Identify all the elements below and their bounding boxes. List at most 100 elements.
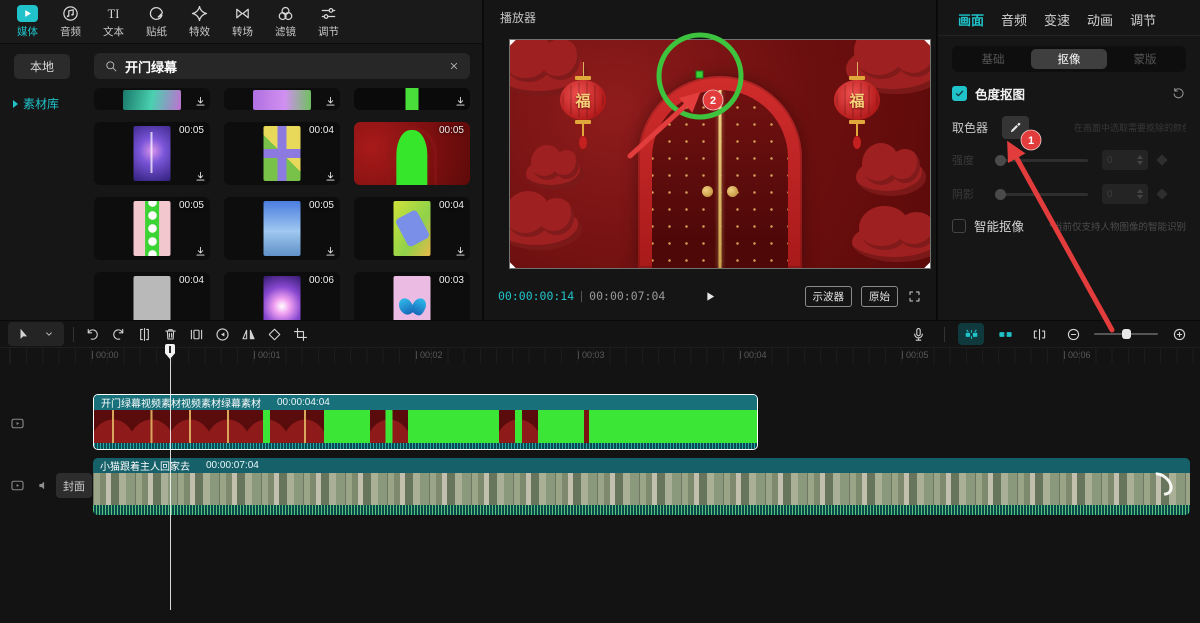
clip-green-screen[interactable]: 开门绿幕视频素材视频素材绿幕素材 00:00:04:04 <box>93 394 758 450</box>
delete-icon[interactable] <box>157 323 183 345</box>
tab-speed[interactable]: 变速 <box>1044 10 1070 35</box>
selection-handle[interactable] <box>924 262 930 268</box>
media-item[interactable]: 00:06 <box>224 272 340 320</box>
media-item[interactable]: 00:04 <box>224 122 340 185</box>
slider-knob[interactable] <box>995 189 1006 200</box>
media-item[interactable]: 00:04 <box>354 197 470 260</box>
tab-sticker[interactable]: 贴纸 <box>135 0 178 43</box>
chroma-key-checkbox[interactable] <box>952 86 967 101</box>
rotate-icon[interactable] <box>261 323 287 345</box>
tab-text[interactable]: TI 文本 <box>92 0 135 43</box>
undo-icon[interactable] <box>79 323 105 345</box>
shadow-slider[interactable] <box>996 193 1088 196</box>
media-library-content: 开门绿幕 00:05 00:04 00:05 00:05 00:05 <box>86 44 482 320</box>
select-tool-icon[interactable] <box>10 323 36 345</box>
stepper-arrows-icon[interactable] <box>1137 189 1143 199</box>
timeline-zoom-slider[interactable] <box>1094 327 1158 341</box>
shadow-stepper[interactable]: 0 <box>1102 184 1148 204</box>
zoom-slider-knob[interactable] <box>1122 329 1131 339</box>
media-item[interactable]: 00:05 <box>94 197 210 260</box>
snap-toggle-icon[interactable] <box>958 323 984 345</box>
tab-picture[interactable]: 画面 <box>958 10 984 35</box>
mute-track-icon[interactable] <box>36 478 51 493</box>
download-icon[interactable] <box>454 95 467 108</box>
reset-icon[interactable] <box>1171 86 1186 101</box>
tab-filter[interactable]: 滤镜 <box>264 0 307 43</box>
download-icon[interactable] <box>454 245 467 258</box>
subtab-basic[interactable]: 基础 <box>955 49 1031 69</box>
download-icon[interactable] <box>194 245 207 258</box>
zoom-in-icon[interactable] <box>1166 323 1192 345</box>
download-icon[interactable] <box>324 245 337 258</box>
clear-search-icon[interactable] <box>448 60 460 72</box>
cloud-decoration <box>526 158 584 190</box>
chevron-down-icon[interactable] <box>36 323 62 345</box>
tab-audio[interactable]: 音频 <box>1001 10 1027 35</box>
smart-matting-checkbox[interactable] <box>952 219 966 233</box>
mirror-icon[interactable] <box>235 323 261 345</box>
original-quality-button[interactable]: 原始 <box>861 286 898 307</box>
sidebar-item-library[interactable]: 素材库 <box>0 95 86 112</box>
download-icon[interactable] <box>194 95 207 108</box>
search-input[interactable]: 开门绿幕 <box>94 53 470 79</box>
link-preview-icon[interactable] <box>992 323 1018 345</box>
tab-label: 贴纸 <box>146 24 167 39</box>
download-icon[interactable] <box>194 170 207 183</box>
keyframe-icon[interactable] <box>1156 188 1167 199</box>
intensity-slider[interactable] <box>996 159 1088 162</box>
track1-type-icon[interactable] <box>8 415 27 432</box>
media-item[interactable]: 00:03 <box>354 272 470 320</box>
tab-transition[interactable]: 转场 <box>221 0 264 43</box>
tab-media[interactable]: 媒体 <box>6 0 49 43</box>
media-item[interactable] <box>94 88 210 110</box>
clip-cat-video[interactable]: 小猫跟着主人回家去 00:00:07:04 <box>93 458 1190 515</box>
tab-label: 转场 <box>232 24 253 39</box>
download-icon[interactable] <box>324 170 337 183</box>
zoom-out-icon[interactable] <box>1060 323 1086 345</box>
duration-label: 00:05 <box>309 200 334 211</box>
track2-type-icon[interactable] <box>8 477 27 494</box>
video-preview[interactable]: 福 福 <box>510 40 930 268</box>
fullscreen-icon[interactable] <box>907 289 922 304</box>
scope-button[interactable]: 示波器 <box>805 286 853 307</box>
timeline-ruler[interactable]: 00:00 00:01 00:02 00:03 00:04 00:05 00:0… <box>0 347 1200 364</box>
sidebar-item-label: 素材库 <box>23 95 59 112</box>
tab-adjust[interactable]: 调节 <box>1130 10 1156 35</box>
cover-button[interactable]: 封面 <box>56 473 92 498</box>
media-item[interactable]: 00:05 <box>224 197 340 260</box>
intensity-stepper[interactable]: 0 <box>1102 150 1148 170</box>
reverse-play-icon[interactable] <box>209 323 235 345</box>
tab-audio[interactable]: 音频 <box>49 0 92 43</box>
duration-label: 00:05 <box>179 125 204 136</box>
redo-icon[interactable] <box>105 323 131 345</box>
media-item[interactable] <box>224 88 340 110</box>
playhead[interactable] <box>165 344 175 359</box>
sidebar-item-local[interactable]: 本地 <box>14 54 70 79</box>
keyframe-icon[interactable] <box>1156 154 1167 165</box>
slider-knob[interactable] <box>995 155 1006 166</box>
eyedropper-button[interactable] <box>1002 116 1029 139</box>
playhead-handle[interactable] <box>165 344 175 359</box>
chroma-key-label: 色度抠图 <box>975 84 1025 103</box>
subtab-mask[interactable]: 蒙版 <box>1107 49 1183 69</box>
tab-animation[interactable]: 动画 <box>1087 10 1113 35</box>
record-voiceover-icon[interactable] <box>905 323 931 345</box>
crop-icon[interactable] <box>287 323 313 345</box>
selection-handle[interactable] <box>510 262 516 268</box>
expand-clip-icon[interactable] <box>1026 323 1052 345</box>
filmstrip-frame <box>408 410 454 443</box>
subtab-matting[interactable]: 抠像 <box>1031 49 1107 69</box>
freeze-frame-icon[interactable] <box>183 323 209 345</box>
tab-effects[interactable]: 特效 <box>178 0 221 43</box>
download-icon[interactable] <box>324 95 337 108</box>
media-item[interactable]: 00:05 <box>94 122 210 185</box>
media-item[interactable] <box>354 88 470 110</box>
double-door <box>652 90 788 268</box>
stepper-arrows-icon[interactable] <box>1137 155 1143 165</box>
play-button[interactable] <box>703 289 718 304</box>
select-tool-group[interactable] <box>8 322 64 346</box>
split-clip-icon[interactable] <box>131 323 157 345</box>
tab-adjust[interactable]: 调节 <box>307 0 350 43</box>
media-item[interactable]: 00:04 <box>94 272 210 320</box>
media-item[interactable]: 00:05 <box>354 122 470 185</box>
